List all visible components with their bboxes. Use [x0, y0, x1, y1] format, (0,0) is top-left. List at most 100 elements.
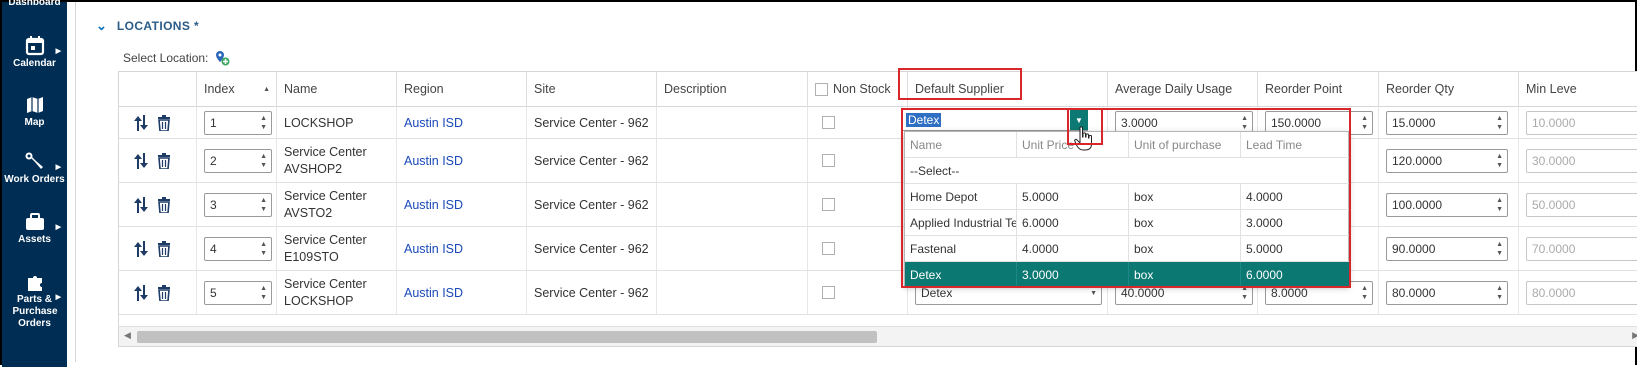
col-header-name[interactable]: Name [277, 72, 397, 107]
non-stock-checkbox[interactable] [822, 116, 835, 129]
select-location-label: Select Location: [123, 51, 209, 65]
index-input[interactable]: 1 ▲ ▼ [204, 110, 272, 135]
min-level-input[interactable]: 70.0000 [1526, 236, 1637, 261]
reorder-qty-input[interactable]: 100.0000 ▲ ▼ [1386, 192, 1508, 217]
stepper-icon[interactable]: ▲ ▼ [1496, 284, 1503, 302]
stepper-icon[interactable]: ▲ ▼ [1496, 114, 1503, 132]
trash-icon[interactable] [157, 240, 171, 257]
region-link[interactable]: Austin ISD [404, 198, 463, 212]
index-input[interactable]: 3 ▲ ▼ [204, 192, 272, 217]
trash-icon[interactable] [157, 284, 171, 301]
col-header-default-supplier[interactable]: Default Supplier [908, 72, 1108, 107]
reorder-arrows-icon[interactable] [133, 240, 149, 258]
nav-item-assets[interactable]: Assets ▶ [2, 212, 67, 246]
trash-icon[interactable] [157, 152, 171, 169]
map-icon [26, 97, 43, 113]
description-cell [657, 107, 808, 138]
non-stock-checkbox[interactable] [822, 286, 835, 299]
reorder-qty-cell: 100.0000 ▲ ▼ [1379, 183, 1519, 226]
col-header-reorder-qty[interactable]: Reorder Qty [1379, 72, 1519, 107]
index-input[interactable]: 5 ▲ ▼ [204, 280, 272, 305]
index-input[interactable]: 2 ▲ ▼ [204, 148, 272, 173]
scroll-left-icon[interactable]: ◀ [124, 330, 131, 341]
reorder-arrows-icon[interactable] [133, 284, 149, 302]
reorder-qty-input[interactable]: 80.0000 ▲ ▼ [1386, 280, 1508, 305]
reorder-qty-cell: 90.0000 ▲ ▼ [1379, 227, 1519, 270]
reorder-qty-input[interactable]: 15.0000 ▲ ▼ [1386, 110, 1508, 135]
index-cell: 1 ▲ ▼ [197, 107, 277, 138]
nav-item-work-orders[interactable]: Work Orders ▶ [2, 152, 67, 186]
non-stock-checkbox[interactable] [822, 242, 835, 255]
wrench-icon [25, 152, 43, 169]
non-stock-checkbox[interactable] [822, 198, 835, 211]
region-cell: Austin ISD [397, 227, 527, 270]
nav-label-calendar: Calendar [13, 58, 56, 69]
supplier-select-active[interactable]: Detex [901, 109, 1088, 131]
region-link[interactable]: Austin ISD [404, 286, 463, 300]
reorder-arrows-icon[interactable] [133, 196, 149, 214]
add-location-pin-icon[interactable] [214, 50, 230, 66]
stepper-icon[interactable]: ▲ ▼ [1361, 284, 1368, 302]
non-stock-select-all-checkbox[interactable] [815, 83, 828, 96]
scrollbar-thumb[interactable] [137, 331, 877, 343]
col-header-min-level[interactable]: Min Leve [1519, 72, 1637, 107]
col-header-site[interactable]: Site [527, 72, 657, 107]
col-header-reorder-point[interactable]: Reorder Point [1258, 72, 1379, 107]
region-link[interactable]: Austin ISD [404, 116, 463, 130]
reorder-qty-input[interactable]: 120.0000 ▲ ▼ [1386, 148, 1508, 173]
locations-section-header[interactable]: ⌄ LOCATIONS * [96, 17, 199, 35]
stepper-icon[interactable]: ▲ ▼ [260, 196, 267, 214]
chevron-down-icon[interactable]: ▼ [1090, 289, 1097, 298]
name-cell: Service Center AVSTO2 [277, 183, 397, 226]
min-level-input[interactable]: 80.0000 [1526, 280, 1637, 305]
dropdown-option[interactable]: Fastenal 4.0000 box 5.0000 [905, 236, 1350, 262]
stepper-icon[interactable]: ▲ ▼ [1361, 114, 1368, 132]
grid-header: Index ▲ Name Region Site Description Non… [119, 72, 1637, 107]
stepper-icon[interactable]: ▲ ▼ [260, 152, 267, 170]
min-level-cell: 30.0000 [1519, 139, 1637, 182]
dropdown-option[interactable]: Applied Industrial Te 6.0000 box 3.0000 [905, 210, 1350, 236]
locations-panel: ⌄ LOCATIONS * Select Location: Index ▲ N… [75, 2, 1637, 362]
nav-item-dashboard[interactable]: Dashboard [2, 0, 67, 8]
stepper-icon[interactable]: ▲ ▼ [1496, 152, 1503, 170]
min-level-input[interactable]: 30.0000 [1526, 148, 1637, 173]
trash-icon[interactable] [157, 114, 171, 131]
scroll-right-icon[interactable]: ▶ [1632, 330, 1637, 341]
chevron-right-icon: ▶ [55, 48, 61, 55]
chevron-down-icon[interactable]: ⌄ [96, 18, 107, 34]
region-link[interactable]: Austin ISD [404, 242, 463, 256]
stepper-icon[interactable]: ▲ ▼ [1241, 114, 1248, 132]
col-header-average-daily-usage[interactable]: Average Daily Usage [1108, 72, 1258, 107]
min-level-input[interactable]: 10.0000 [1526, 110, 1637, 135]
region-cell: Austin ISD [397, 183, 527, 226]
stepper-icon[interactable]: ▲ ▼ [260, 240, 267, 258]
region-link[interactable]: Austin ISD [404, 154, 463, 168]
stepper-icon[interactable]: ▲ ▼ [260, 284, 267, 302]
stepper-icon[interactable]: ▲ ▼ [1496, 196, 1503, 214]
stepper-icon[interactable]: ▲ ▼ [1496, 240, 1503, 258]
table-row: 5 ▲ ▼ Service Center LOCKSHOP Austin ISD Se… [119, 271, 1637, 315]
non-stock-checkbox[interactable] [822, 154, 835, 167]
col-header-description[interactable]: Description [657, 72, 808, 107]
nav-item-calendar[interactable]: Calendar ▶ [2, 36, 67, 70]
nav-item-map[interactable]: Map [2, 95, 67, 129]
dropdown-option[interactable]: Home Depot 5.0000 box 4.0000 [905, 184, 1350, 210]
min-level-input[interactable]: 50.0000 [1526, 192, 1637, 217]
horizontal-scrollbar[interactable]: ◀ ▶ [119, 326, 1637, 346]
reorder-arrows-icon[interactable] [133, 152, 149, 170]
stepper-icon[interactable]: ▲ ▼ [260, 114, 267, 132]
min-level-cell: 80.0000 [1519, 271, 1637, 314]
dropdown-option[interactable]: --Select-- [905, 158, 1350, 184]
reorder-qty-input[interactable]: 90.0000 ▲ ▼ [1386, 236, 1508, 261]
nav-item-parts-purchase-orders[interactable]: Parts & Purchase Orders ▶ [2, 272, 67, 330]
col-header-non-stock[interactable]: Non Stock [808, 72, 908, 107]
index-cell: 5 ▲ ▼ [197, 271, 277, 314]
min-level-cell: 70.0000 [1519, 227, 1637, 270]
reorder-arrows-icon[interactable] [133, 114, 149, 132]
dropdown-option-selected[interactable]: Detex 3.0000 box 6.0000 [905, 262, 1350, 288]
trash-icon[interactable] [157, 196, 171, 213]
col-header-index[interactable]: Index ▲ [197, 72, 277, 107]
index-input[interactable]: 4 ▲ ▼ [204, 236, 272, 261]
side-nav: Dashboard Calendar ▶ Map Work Orders ▶ A… [2, 0, 67, 367]
col-header-region[interactable]: Region [397, 72, 527, 107]
